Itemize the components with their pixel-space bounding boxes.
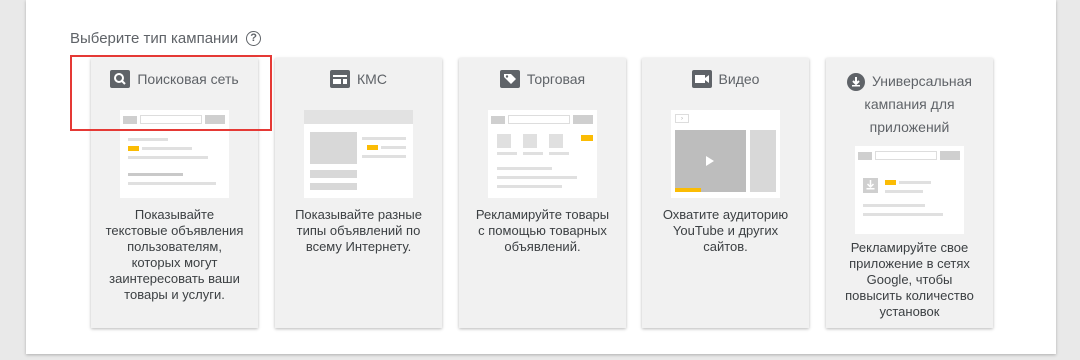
download-icon [846, 72, 865, 91]
card-search[interactable]: Поисковая сеть Показывайте текстовые объ… [91, 58, 258, 328]
display-icon [330, 70, 351, 88]
campaign-type-heading: Выберите тип кампании ? [70, 30, 262, 47]
search-icon [110, 70, 131, 88]
card-app-desc: Рекламируйте свое приложение в сетях Goo… [845, 240, 974, 319]
card-app-label-line2: кампания для [864, 96, 955, 112]
card-shopping[interactable]: Торговая Рекламируйте товары с помощью т… [459, 58, 626, 328]
tag-icon [499, 70, 520, 88]
video-camera-icon [691, 70, 712, 88]
search-illustration [120, 110, 229, 198]
card-display[interactable]: КМС Показывайте разные типы объявлений п… [275, 58, 442, 328]
card-video-label: Видео [718, 71, 760, 87]
help-icon[interactable]: ? [246, 31, 262, 46]
card-shopping-label: Торговая [526, 71, 586, 87]
card-display-label: КМС [357, 71, 387, 87]
card-display-title: КМС [275, 58, 442, 100]
card-video[interactable]: Видео › Охватите аудиторию YouTube и дру… [642, 58, 809, 328]
card-video-desc: Охватите аудиторию YouTube и других сайт… [662, 207, 789, 254]
card-app-title: Универсальная кампания для приложений [826, 58, 993, 139]
display-illustration [304, 110, 413, 198]
card-video-title: Видео [642, 58, 809, 100]
app-illustration [855, 146, 964, 234]
card-app-label-line3: приложений [869, 119, 950, 135]
card-search-label: Поисковая сеть [137, 71, 239, 87]
shopping-illustration [488, 110, 597, 198]
card-app-label-line1: Универсальная [871, 73, 973, 89]
card-display-desc: Показывайте разные типы объявлений по вс… [295, 207, 422, 254]
heading-text: Выберите тип кампании [70, 30, 239, 47]
video-illustration: › [671, 110, 780, 198]
card-shopping-title: Торговая [459, 58, 626, 100]
card-search-title: Поисковая сеть [91, 58, 258, 100]
card-shopping-desc: Рекламируйте товары с помощью товарных о… [475, 207, 610, 254]
card-app[interactable]: Универсальная кампания для приложений Ре… [826, 58, 993, 328]
card-search-desc: Показывайте текстовые объявления пользов… [105, 207, 244, 302]
